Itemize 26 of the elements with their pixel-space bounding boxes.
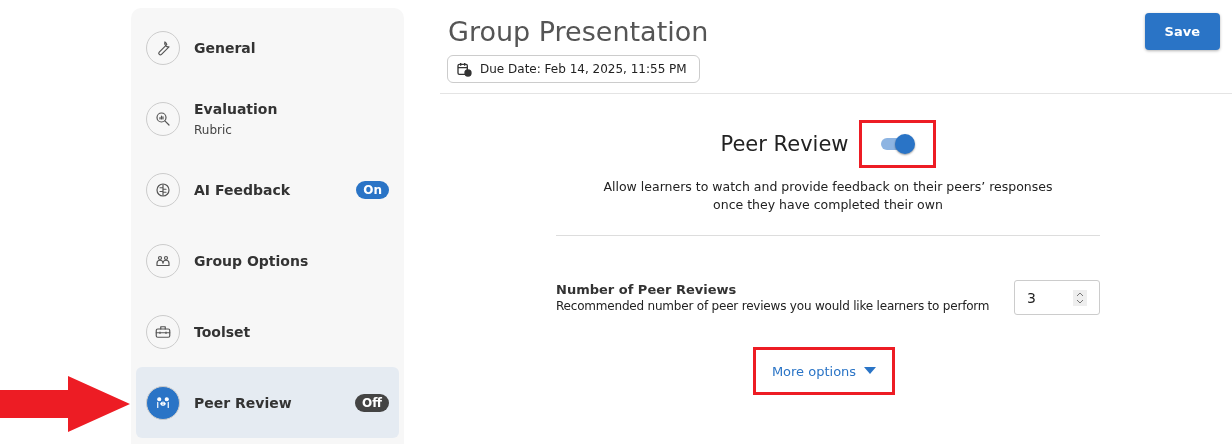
item-label: Toolset — [194, 323, 252, 340]
item-label: Peer Review — [194, 394, 293, 411]
status-badge: On — [356, 180, 389, 199]
sidebar-item[interactable]: General — [136, 12, 399, 83]
number-field[interactable]: 3 — [1014, 280, 1100, 315]
item-label: AI Feedback — [194, 181, 291, 198]
sidebar-item[interactable]: AI Feedback On — [136, 154, 399, 225]
section-title: Peer Review — [720, 132, 849, 156]
due-date-chip[interactable]: Due Date: Feb 14, 2025, 11:55 PM — [447, 55, 700, 83]
save-button[interactable]: Save — [1144, 13, 1220, 50]
spinner-icon — [1073, 289, 1087, 306]
sidebar-item[interactable]: Group Options — [136, 225, 399, 296]
sidebar-item[interactable]: Evaluation Rubric — [136, 83, 399, 154]
item-label: General — [194, 39, 257, 56]
page-title: Group Presentation — [448, 16, 709, 47]
status-badge: Off — [355, 393, 389, 412]
more-options-link[interactable]: More options — [771, 363, 877, 379]
section-description: Allow learners to watch and provide feedback on their peers’ responses once they have completed their own — [602, 178, 1054, 214]
sidebar-item[interactable]: Toolset — [136, 296, 399, 367]
item-label: Evaluation — [194, 100, 279, 117]
calendar-clock-icon — [456, 61, 472, 77]
item-sublabel: Rubric — [194, 122, 233, 137]
peers-icon — [146, 385, 180, 420]
item-label: Group Options — [194, 252, 310, 269]
field-hint: Recommended number of peer reviews you would like learners to perform — [556, 299, 990, 313]
field-label: Number of Peer Reviews — [556, 282, 738, 297]
